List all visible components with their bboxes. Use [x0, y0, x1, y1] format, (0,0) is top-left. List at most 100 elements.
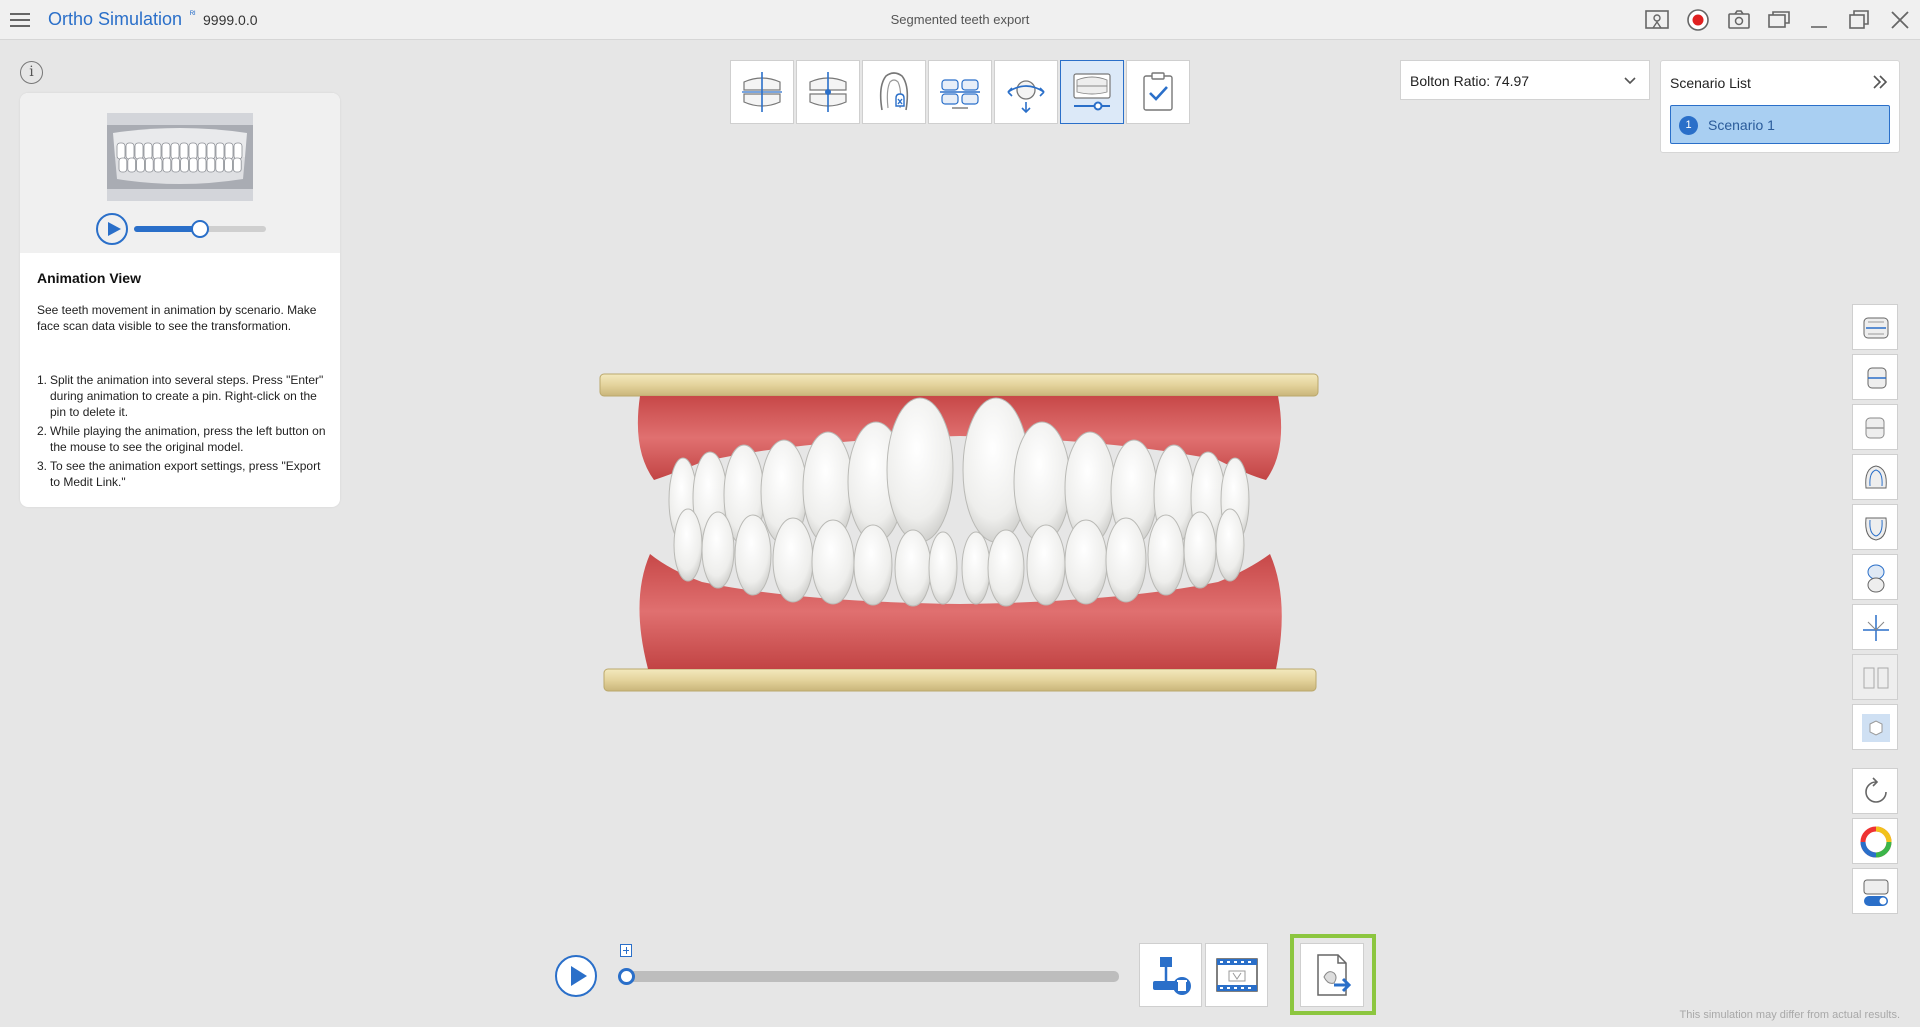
toggle-on-icon [1863, 879, 1889, 906]
capture-area-icon[interactable] [1644, 8, 1670, 32]
thumbnail-tooth [188, 142, 198, 160]
scenario-number-badge: 1 [1679, 116, 1698, 135]
help-step: 2. While playing the animation, press the… [37, 423, 327, 455]
thumbnail-tooth [116, 142, 126, 160]
timeline-knob[interactable] [618, 968, 635, 985]
app-name: Ortho Simulation [48, 9, 183, 29]
occlusal-plane-button[interactable] [796, 60, 860, 124]
cube-icon [1862, 714, 1890, 742]
model-tooth [1026, 524, 1066, 606]
gallery-icon[interactable] [1766, 8, 1792, 32]
step-number: 1. [37, 373, 48, 387]
axis-button[interactable] [1852, 604, 1898, 650]
upper-view-button[interactable] [1852, 454, 1898, 500]
rotate-view-button[interactable] [994, 60, 1058, 124]
close-icon[interactable] [1887, 8, 1913, 32]
cube-button[interactable] [1852, 704, 1898, 750]
thumbnail-tooth [145, 157, 154, 173]
model-tooth [961, 531, 991, 605]
rotate-view-icon [1007, 80, 1045, 114]
help-step: 1. Split the animation into several steps… [37, 372, 327, 420]
scenario-item[interactable]: 1 Scenario 1 [1670, 105, 1890, 144]
upper-view-icon [1865, 465, 1887, 489]
thumbnail-tooth [170, 142, 180, 160]
right-view-icon [1867, 367, 1887, 389]
thumbnail-tooth [127, 157, 136, 173]
arch-align-icon [940, 79, 980, 109]
arch-align-button[interactable] [928, 60, 992, 124]
thumbnail-tooth [134, 142, 144, 160]
top-toolbar [730, 60, 1190, 124]
thumbnail-tooth [197, 157, 207, 173]
delete-pin-icon [1153, 957, 1191, 995]
model-tooth [928, 531, 958, 605]
record-icon[interactable] [1685, 8, 1711, 32]
help-description: See teeth movement in animation by scena… [37, 303, 317, 333]
info-icon[interactable]: i [20, 61, 43, 84]
help-title: Animation View [37, 270, 141, 286]
film-icon [1216, 958, 1258, 992]
thumbnail-tooth [153, 157, 163, 173]
add-pin-icon[interactable] [620, 944, 632, 957]
scenario-label: Scenario 1 [1708, 117, 1775, 133]
export-file-icon [1317, 954, 1352, 996]
front-view-button[interactable] [1852, 304, 1898, 350]
preview-slider-knob[interactable] [191, 220, 209, 238]
split-view-icon [1867, 564, 1885, 593]
animation-timeline[interactable] [625, 971, 1119, 982]
app-badge: ᴿᴵ [190, 9, 196, 19]
delete-pins-button[interactable] [1139, 943, 1202, 1007]
model-tooth [1147, 514, 1185, 596]
thumbnail-tooth [224, 157, 233, 173]
midline-button[interactable] [730, 60, 794, 124]
thumbnail-tooth [180, 157, 189, 173]
disclaimer-text: This simulation may differ from actual r… [1679, 1009, 1900, 1021]
compare-button[interactable] [1852, 654, 1898, 700]
right-view-button[interactable] [1852, 354, 1898, 400]
preview-slider[interactable] [134, 220, 266, 238]
restore-icon[interactable] [1846, 8, 1872, 32]
thumbnail-tooth [161, 142, 171, 160]
export-to-medit-link-button[interactable] [1300, 943, 1364, 1007]
model-tooth [894, 529, 932, 607]
bolton-ratio-label: Bolton Ratio: 74.97 [1410, 73, 1530, 89]
checklist-icon [1143, 72, 1173, 111]
scenario-list-title: Scenario List [1670, 75, 1751, 91]
thumbnail-tooth [215, 142, 225, 160]
split-view-button[interactable] [1852, 554, 1898, 600]
minimize-icon[interactable] [1806, 8, 1832, 32]
double-chevron-right-icon[interactable] [1871, 73, 1889, 91]
color-wheel-button[interactable] [1852, 818, 1898, 864]
model-tooth [772, 517, 814, 603]
left-view-button[interactable] [1852, 404, 1898, 450]
bolton-ratio-dropdown[interactable]: Bolton Ratio: 74.97 [1400, 60, 1650, 100]
thumbnail-tooth [233, 142, 243, 160]
camera-icon[interactable] [1726, 8, 1752, 32]
model-tooth [811, 519, 855, 605]
step-text: While playing the animation, press the l… [50, 424, 326, 454]
preview-play-button[interactable] [96, 213, 128, 245]
thumbnail-tooth [143, 142, 153, 160]
occlusal-plane-icon [809, 72, 847, 112]
animation-view-button[interactable] [1060, 60, 1124, 124]
reset-button[interactable] [1852, 768, 1898, 814]
checklist-button[interactable] [1126, 60, 1190, 124]
thumbnail-tooth [189, 157, 198, 173]
toggle-on-button[interactable] [1852, 868, 1898, 914]
lower-view-button[interactable] [1852, 504, 1898, 550]
menu-icon[interactable] [9, 9, 31, 31]
model-tooth [1105, 517, 1147, 603]
help-panel: Animation View See teeth movement in ani… [20, 93, 340, 507]
play-button[interactable] [555, 955, 597, 997]
help-step: 3. To see the animation export settings, … [37, 458, 327, 490]
preview-teeth-image [107, 113, 253, 201]
tooth-extraction-icon [879, 72, 909, 111]
thumbnail-tooth [197, 142, 207, 160]
thumbnail-tooth [206, 142, 216, 160]
thumbnail-tooth [233, 157, 242, 173]
thumbnail-tooth [171, 157, 181, 173]
model-tooth [987, 529, 1025, 607]
export-video-button[interactable] [1205, 943, 1268, 1007]
thumbnail-tooth [179, 142, 189, 160]
tooth-extraction-button[interactable] [862, 60, 926, 124]
